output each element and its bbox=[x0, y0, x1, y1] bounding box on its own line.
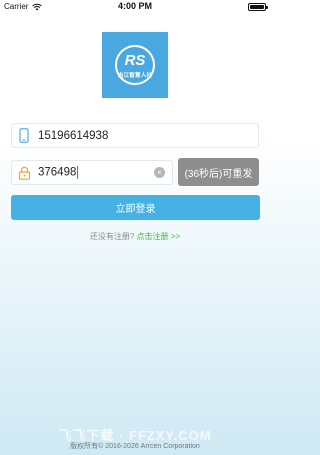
register-row: 还没有注册? 点击注册 >> bbox=[0, 231, 270, 242]
copyright-text: 版权所有© 2016-2026 Arrcen Corporation bbox=[70, 443, 200, 450]
phone-icon bbox=[12, 124, 36, 147]
clear-icon[interactable]: × bbox=[154, 167, 165, 178]
logo-mark-icon: RS bbox=[115, 45, 155, 85]
battery-icon bbox=[248, 3, 268, 11]
login-button[interactable]: 立即登录 bbox=[11, 195, 260, 220]
logo-text: 内江智慧人社 bbox=[117, 73, 153, 79]
status-time: 4:00 PM bbox=[117, 1, 152, 11]
code-value: 376498 bbox=[38, 166, 77, 179]
app-logo: RS 内江智慧人社 bbox=[102, 32, 168, 98]
code-field[interactable]: 376498 × bbox=[11, 160, 173, 185]
resend-code-button[interactable]: (36秒后)可重发 bbox=[178, 158, 259, 186]
register-link[interactable]: 点击注册 >> bbox=[137, 232, 181, 241]
register-prompt: 还没有注册? bbox=[89, 232, 135, 241]
svg-text:RS: RS bbox=[125, 52, 146, 69]
lock-icon bbox=[12, 161, 36, 184]
code-input[interactable]: 376498 bbox=[36, 166, 154, 179]
text-cursor bbox=[77, 166, 79, 179]
phone-input[interactable]: 15196614938 bbox=[36, 130, 258, 142]
status-bar: Carrier 4:00 PM bbox=[0, 0, 270, 14]
phone-field[interactable]: 15196614938 bbox=[11, 123, 259, 148]
